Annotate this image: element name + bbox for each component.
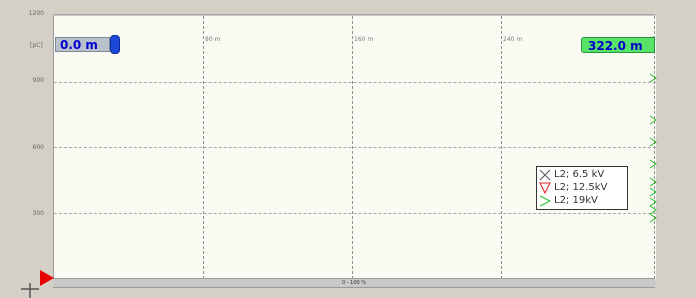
chart-window: 1200 [pC] 900 600 300 0 80 m 160 m 240 m… <box>0 0 696 298</box>
legend-item-12-5kv: L2; 12.5kV <box>539 182 607 194</box>
x-tick-160m: 160 m <box>354 36 374 43</box>
red-arrow-icon[interactable] <box>40 270 54 286</box>
legend-item-6-5kv: L2; 6.5 kV <box>539 169 604 181</box>
grid-line-300 <box>54 213 656 214</box>
zoom-range-label: 0 - 100 % <box>341 280 367 286</box>
y-tick-600: 600 <box>32 144 44 151</box>
left-marker-handle[interactable] <box>110 35 120 54</box>
x-icon <box>539 169 551 181</box>
zoom-scrollbar[interactable]: 0 - 100 % <box>53 278 655 288</box>
legend-label: L2; 19kV <box>554 195 598 206</box>
triangle-down-icon <box>539 182 551 194</box>
triangle-right-icon <box>539 195 551 207</box>
y-unit-label: [pC] <box>30 42 43 49</box>
grid-line-900 <box>54 82 656 83</box>
legend: L2; 6.5 kV L2; 12.5kV L2; 19kV <box>536 166 628 210</box>
legend-label: L2; 12.5kV <box>554 182 608 193</box>
left-distance-marker[interactable]: 0.0 m <box>55 37 110 52</box>
grid-line-600 <box>54 147 656 148</box>
right-distance-marker[interactable]: 322.0 m <box>581 37 655 53</box>
legend-label: L2; 6.5 kV <box>554 169 605 180</box>
y-tick-1200: 1200 <box>28 10 44 17</box>
plot-area[interactable]: 80 m 160 m 240 m 3 <box>53 15 656 279</box>
series-19kv-marks <box>649 73 657 223</box>
y-tick-900: 900 <box>32 77 44 84</box>
y-tick-300: 300 <box>32 210 44 217</box>
x-tick-80m: 80 m <box>205 36 221 43</box>
crosshair-icon[interactable] <box>21 280 39 298</box>
x-tick-240m: 240 m <box>503 36 523 43</box>
legend-item-19kv: L2; 19kV <box>539 195 598 207</box>
